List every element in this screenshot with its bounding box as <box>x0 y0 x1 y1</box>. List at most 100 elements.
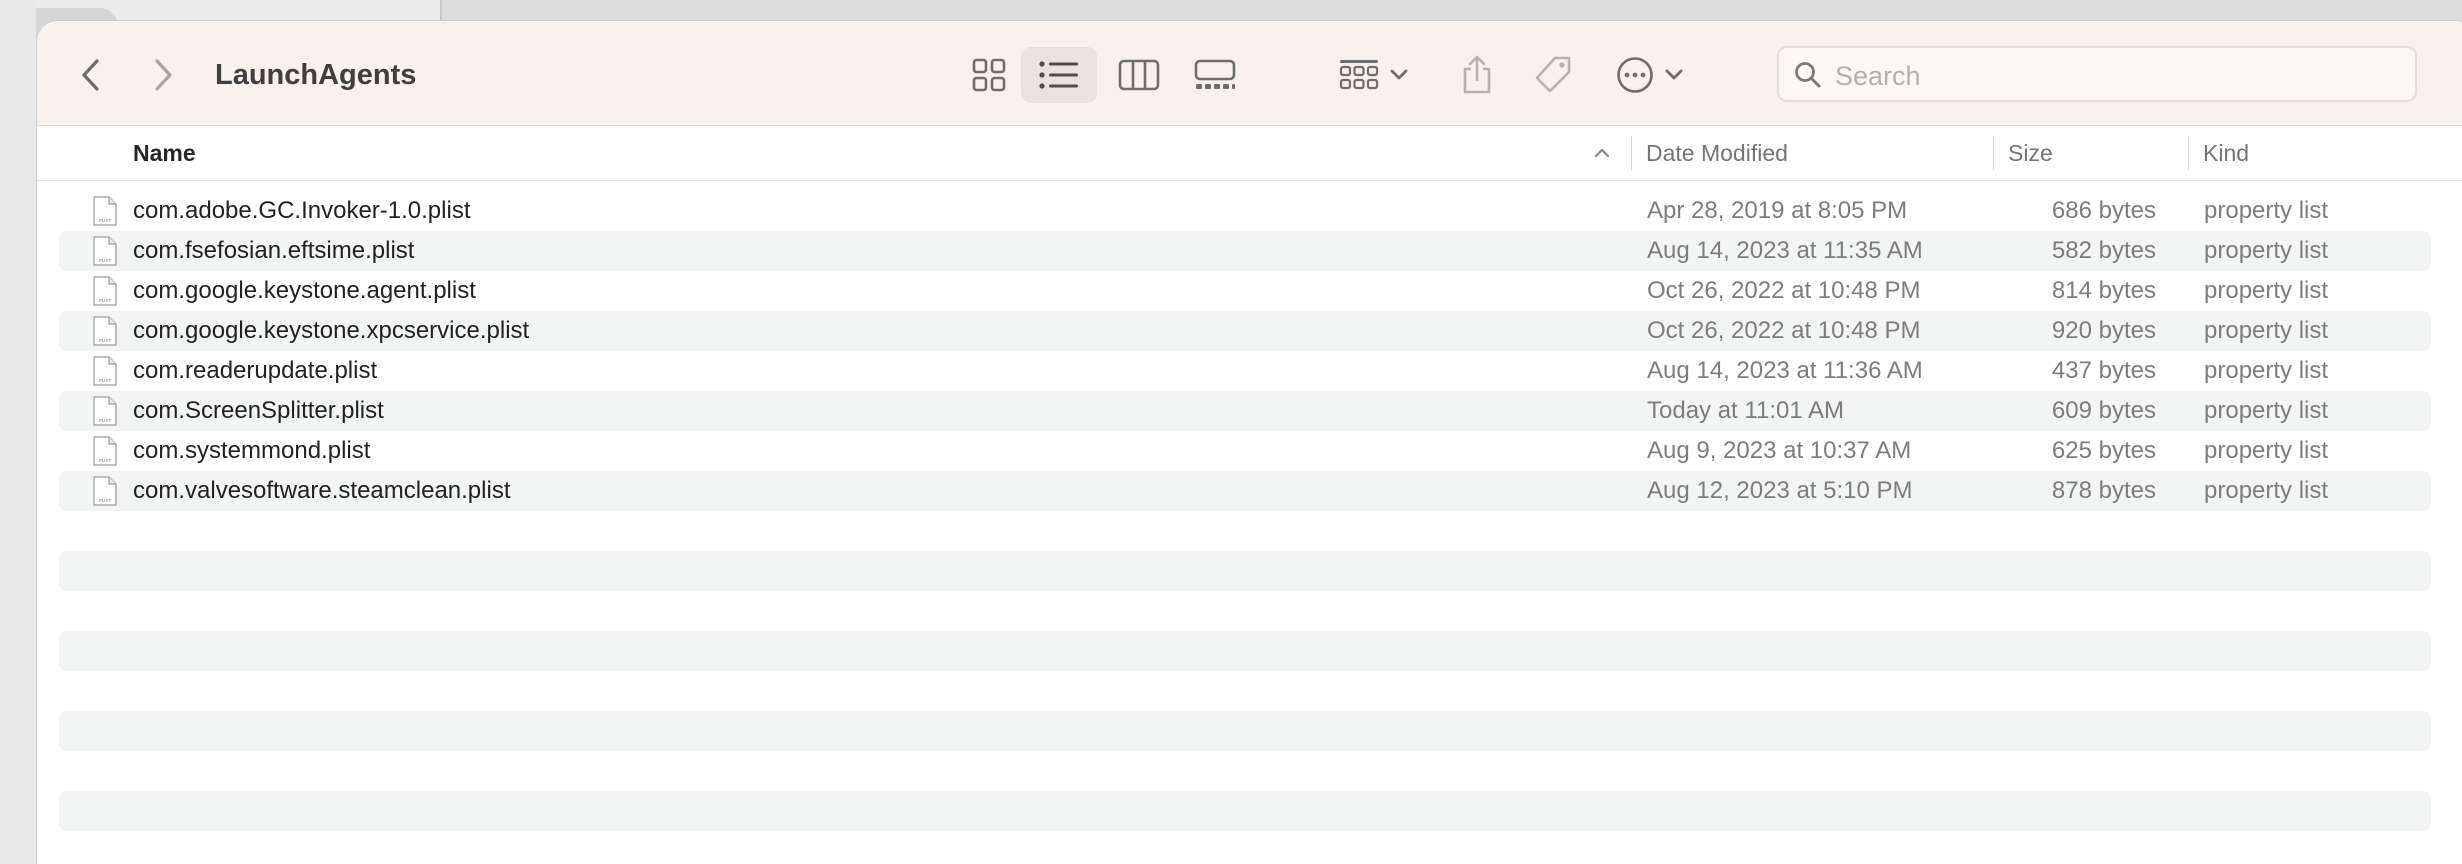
empty-row <box>59 511 2431 551</box>
file-icon-label: PLIST <box>99 498 111 503</box>
column-header-size[interactable]: Size <box>2008 126 2053 180</box>
column-view-button[interactable] <box>1115 55 1163 95</box>
file-size: 582 bytes <box>2051 237 2156 264</box>
file-kind: property list <box>2204 277 2329 304</box>
plist-file-icon: PLIST <box>93 276 117 306</box>
plist-file-icon: PLIST <box>93 436 117 466</box>
group-icon <box>1339 60 1379 90</box>
finder-window: LaunchAgents Search Name Date Modified S… <box>36 20 2462 864</box>
file-icon-label: PLIST <box>99 458 111 463</box>
plist-file-icon: PLIST <box>93 236 117 266</box>
chevron-down-icon <box>1665 69 1683 80</box>
sort-ascending-icon[interactable] <box>1591 142 1613 164</box>
chevron-right-icon <box>155 59 172 91</box>
columns-icon <box>1118 59 1160 91</box>
file-row[interactable]: PLIST com.adobe.GC.Invoker-1.0.plist Apr 2… <box>59 191 2431 231</box>
more-actions-button[interactable] <box>1611 55 1689 95</box>
empty-row <box>59 631 2431 671</box>
file-size: 686 bytes <box>2051 197 2156 224</box>
file-size: 814 bytes <box>2051 277 2156 304</box>
file-icon-label: PLIST <box>99 298 111 303</box>
column-separator[interactable] <box>1631 136 1632 170</box>
ellipsis-circle-icon <box>1617 57 1653 93</box>
file-size: 920 bytes <box>2051 317 2156 344</box>
file-list: PLIST com.adobe.GC.Invoker-1.0.plist Apr 2… <box>59 191 2431 831</box>
file-kind: property list <box>2204 317 2329 344</box>
file-row[interactable]: PLIST com.valvesoftware.steamclean.plist A… <box>59 471 2431 511</box>
empty-row <box>59 751 2431 791</box>
tag-button[interactable] <box>1529 53 1577 97</box>
file-name: com.ScreenSplitter.plist <box>133 397 384 424</box>
icon-view-button[interactable] <box>965 55 1013 95</box>
column-header-kind[interactable]: Kind <box>2203 126 2249 180</box>
file-kind: property list <box>2204 477 2329 504</box>
list-view-button[interactable] <box>1021 47 1097 103</box>
file-name: com.google.keystone.xpcservice.plist <box>133 317 530 344</box>
file-date-modified: Aug 12, 2023 at 5:10 PM <box>1647 477 1913 504</box>
file-icon-label: PLIST <box>99 218 111 223</box>
file-size: 625 bytes <box>2051 437 2156 464</box>
plist-file-icon: PLIST <box>93 196 117 226</box>
file-row[interactable]: PLIST com.systemmond.plist Aug 9, 2023 at … <box>59 431 2431 471</box>
file-date-modified: Oct 26, 2022 at 10:48 PM <box>1647 317 1921 344</box>
window-title: LaunchAgents <box>215 59 417 91</box>
file-row[interactable]: PLIST com.google.keystone.agent.plist Oct … <box>59 271 2431 311</box>
file-kind: property list <box>2204 197 2329 224</box>
chevron-down-icon <box>1390 69 1408 80</box>
plist-file-icon: PLIST <box>93 316 117 346</box>
file-name: com.systemmond.plist <box>133 437 371 464</box>
plist-file-icon: PLIST <box>93 396 117 426</box>
file-kind: property list <box>2204 357 2329 384</box>
column-header: Name Date Modified Size Kind <box>37 126 2462 181</box>
file-date-modified: Aug 14, 2023 at 11:36 AM <box>1647 357 1923 384</box>
empty-row <box>59 671 2431 711</box>
file-icon-label: PLIST <box>99 338 111 343</box>
file-date-modified: Today at 11:01 AM <box>1647 397 1845 424</box>
share-icon <box>1463 55 1491 94</box>
file-name: com.valvesoftware.steamclean.plist <box>133 477 511 504</box>
file-size: 609 bytes <box>2051 397 2156 424</box>
file-name: com.fsefosian.eftsime.plist <box>133 237 415 264</box>
file-icon-label: PLIST <box>99 378 111 383</box>
file-size: 878 bytes <box>2051 477 2156 504</box>
column-separator[interactable] <box>1993 136 1994 170</box>
empty-row <box>59 711 2431 751</box>
plist-file-icon: PLIST <box>93 356 117 386</box>
column-separator[interactable] <box>2188 136 2189 170</box>
search-icon <box>1795 62 1821 88</box>
file-kind: property list <box>2204 397 2329 424</box>
forward-button[interactable] <box>143 55 183 95</box>
file-row[interactable]: PLIST com.fsefosian.eftsime.plist Aug 14, … <box>59 231 2431 271</box>
list-icon <box>1039 61 1078 89</box>
desktop: LaunchAgents Search Name Date Modified S… <box>0 0 2462 864</box>
file-row[interactable]: PLIST com.ScreenSplitter.plist Today at 11… <box>59 391 2431 431</box>
gallery-icon <box>1194 59 1236 89</box>
search-field[interactable] <box>1777 46 2417 102</box>
file-size: 437 bytes <box>2051 357 2156 384</box>
file-name: com.adobe.GC.Invoker-1.0.plist <box>133 197 471 224</box>
share-button[interactable] <box>1455 51 1499 99</box>
column-header-date-modified[interactable]: Date Modified <box>1646 126 1788 180</box>
file-date-modified: Aug 14, 2023 at 11:35 AM <box>1647 237 1923 264</box>
plist-file-icon: PLIST <box>93 476 117 506</box>
file-name: com.readerupdate.plist <box>133 357 378 384</box>
gallery-view-button[interactable] <box>1189 55 1241 95</box>
file-date-modified: Oct 26, 2022 at 10:48 PM <box>1647 277 1921 304</box>
back-button[interactable] <box>71 55 111 95</box>
search-input[interactable] <box>1833 56 2397 96</box>
file-icon-label: PLIST <box>99 258 111 263</box>
grid-icon <box>972 58 1006 92</box>
file-date-modified: Aug 9, 2023 at 10:37 AM <box>1647 437 1912 464</box>
file-row[interactable]: PLIST com.google.keystone.xpcservice.plis… <box>59 311 2431 351</box>
chevron-left-icon <box>82 59 99 91</box>
column-header-name[interactable]: Name <box>133 126 196 180</box>
background-window-edge <box>0 0 36 864</box>
file-icon-label: PLIST <box>99 418 111 423</box>
file-row[interactable]: PLIST com.readerupdate.plist Aug 14, 2023 … <box>59 351 2431 391</box>
file-date-modified: Apr 28, 2019 at 8:05 PM <box>1647 197 1908 224</box>
empty-row <box>59 791 2431 831</box>
empty-row <box>59 551 2431 591</box>
toolbar: LaunchAgents <box>37 21 2462 126</box>
tag-icon <box>1535 56 1571 93</box>
group-by-button[interactable] <box>1335 55 1413 95</box>
